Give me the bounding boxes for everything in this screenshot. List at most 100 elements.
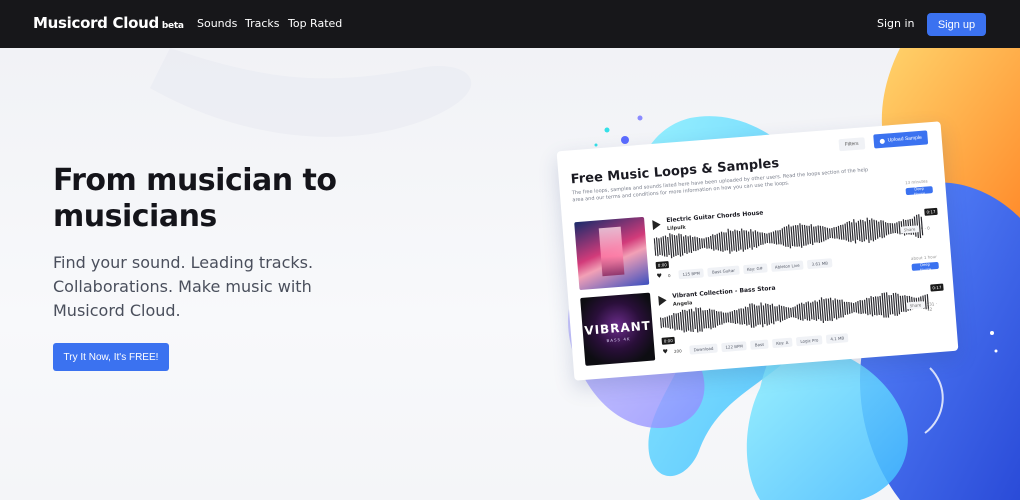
genre-button[interactable]: Deep House xyxy=(905,185,933,196)
try-it-now-button[interactable]: Try It Now, It's FREE! xyxy=(53,343,169,371)
tag[interactable]: 122 BPM xyxy=(721,341,748,353)
waveform-bar xyxy=(803,303,806,320)
track-stats: 231 · 12 xyxy=(926,301,938,312)
waveform-bar xyxy=(664,235,668,257)
waveform-bar xyxy=(888,295,892,315)
nav-link-top-rated[interactable]: Top Rated xyxy=(288,17,342,30)
waveform-bar xyxy=(785,306,788,319)
waveform-bar xyxy=(783,226,787,247)
track-title[interactable]: Electric Guitar Chords House xyxy=(666,209,764,224)
waveform-bar xyxy=(863,299,867,314)
brand-name[interactable]: Musicord Cloud xyxy=(33,14,159,32)
waveform-bar xyxy=(713,309,717,328)
track-time: 0:00 xyxy=(661,336,676,345)
hero-section: From musician to musicians Find your sou… xyxy=(0,48,1020,500)
waveform-bar xyxy=(848,221,852,243)
waveform-bar xyxy=(852,302,855,313)
waveform-bar xyxy=(747,231,751,248)
waveform-bar xyxy=(861,300,864,314)
brand-logo[interactable]: Musicord Cloud beta xyxy=(33,14,184,32)
waveform-bar xyxy=(819,225,823,243)
waveform-bar xyxy=(812,301,815,320)
waveform-bar xyxy=(808,225,812,244)
waveform-bar xyxy=(884,222,888,236)
waveform-bar xyxy=(878,221,881,238)
waveform-bar xyxy=(759,232,762,246)
waveform-bar xyxy=(662,317,665,328)
heart-icon[interactable]: ♥ xyxy=(656,273,662,280)
filters-button[interactable]: Filters xyxy=(838,137,865,152)
waveform-bar xyxy=(840,224,843,240)
waveform-bar xyxy=(754,230,758,248)
heart-icon[interactable]: ♥ xyxy=(662,348,668,355)
preview-card: Filters Upload Sample Free Music Loops &… xyxy=(556,121,959,381)
waveform-bar xyxy=(806,225,809,245)
waveform-bar xyxy=(686,310,690,331)
waveform-bar xyxy=(668,315,672,329)
waveform-bar xyxy=(779,229,782,245)
waveform-bar xyxy=(891,223,894,234)
tag[interactable]: Key: A xyxy=(771,337,793,349)
tag[interactable]: Ableton Live xyxy=(770,260,804,272)
waveform-bar xyxy=(693,311,696,330)
waveform-bar xyxy=(731,311,734,324)
waveform-bar xyxy=(733,309,737,324)
waveform-bar xyxy=(722,312,725,324)
waveform-bar xyxy=(756,231,760,247)
waveform-bar xyxy=(901,295,905,312)
waveform-bar xyxy=(703,238,706,248)
share-button[interactable]: Share xyxy=(900,225,919,234)
waveform-bar xyxy=(705,237,708,249)
sign-in-link[interactable]: Sign in xyxy=(877,17,915,30)
tag[interactable]: Logic Pro xyxy=(796,335,823,347)
waveform-bar xyxy=(680,234,684,256)
download-button[interactable]: Download xyxy=(689,343,718,355)
track-cover xyxy=(574,216,650,291)
waveform-bar xyxy=(800,302,804,321)
waveform-bar xyxy=(783,306,786,321)
waveform-bar xyxy=(720,231,724,252)
waveform-bar xyxy=(797,225,800,247)
waveform-bar xyxy=(701,238,704,249)
waveform-bar xyxy=(846,301,849,315)
waveform-bar xyxy=(859,300,862,315)
waveform-bar xyxy=(781,228,785,246)
waveform-bar xyxy=(673,313,676,331)
share-button[interactable]: Share xyxy=(906,301,925,310)
waveform-bar xyxy=(816,301,820,320)
waveform-bar xyxy=(796,304,799,320)
sign-up-button[interactable]: Sign up xyxy=(927,13,986,36)
nav-link-sounds[interactable]: Sounds xyxy=(197,17,237,30)
waveform-bar xyxy=(673,235,677,256)
waveform-bar xyxy=(896,222,899,234)
tag[interactable]: Key: G# xyxy=(742,263,768,275)
waveform-bar xyxy=(772,231,775,244)
track-duration: 0:17 xyxy=(924,207,938,216)
waveform-bar xyxy=(850,302,853,314)
nav-link-tracks[interactable]: Tracks xyxy=(245,17,280,30)
track-duration: 0:17 xyxy=(930,283,944,292)
waveform-bar xyxy=(844,223,847,241)
waveform-bar xyxy=(768,232,771,244)
waveform-bar xyxy=(848,301,851,314)
hero-title: From musician to musicians xyxy=(53,163,337,234)
play-icon[interactable] xyxy=(658,295,667,306)
genre-button[interactable]: Deep House xyxy=(911,261,939,272)
waveform-bar xyxy=(682,236,686,254)
upload-sample-button[interactable]: Upload Sample xyxy=(873,130,929,149)
tag[interactable]: 125 BPM xyxy=(678,268,705,280)
waveform-bar xyxy=(836,299,840,319)
waveform-bar xyxy=(837,225,841,240)
waveform-bar xyxy=(894,223,897,234)
waveform-bar xyxy=(841,299,844,318)
waveform-bar xyxy=(712,234,715,251)
tag[interactable]: Bass Guitar xyxy=(707,265,740,277)
waveform-bar xyxy=(882,220,886,238)
tag[interactable]: Bass xyxy=(750,339,769,350)
waveform-bar xyxy=(729,311,732,323)
waveform-bar xyxy=(798,303,802,321)
waveform-bar xyxy=(873,219,877,240)
waveform-bar xyxy=(790,307,793,318)
waveform-bar xyxy=(756,305,759,325)
play-icon[interactable] xyxy=(652,219,662,231)
